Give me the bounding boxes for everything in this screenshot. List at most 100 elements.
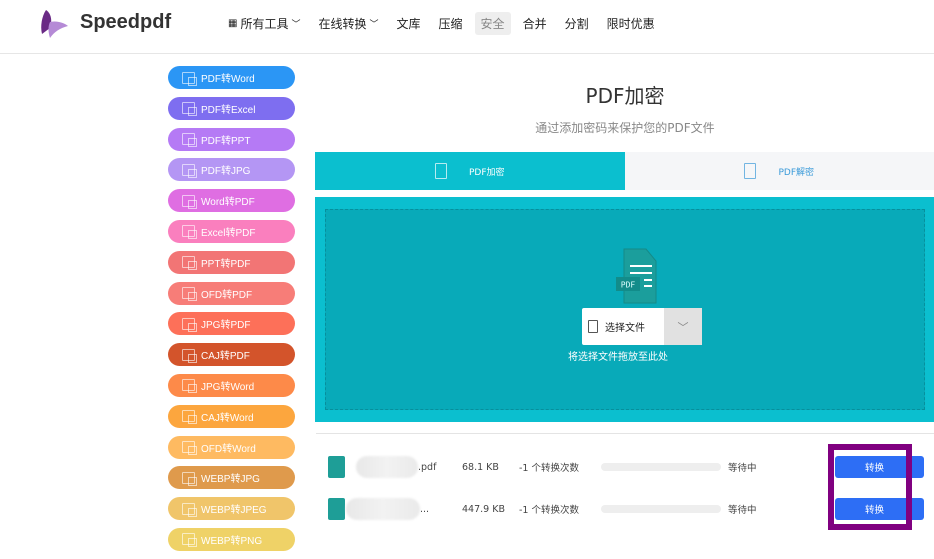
sidebar-tool-label: PPT转PDF — [201, 255, 250, 270]
conversion-icon — [182, 503, 195, 515]
pdf-file-icon: PDF — [612, 247, 662, 305]
conversion-icon — [182, 225, 195, 237]
page-subtitle: 通过添加密码来保护您的PDF文件 — [316, 119, 934, 136]
select-file-control: 选择文件 ﹀ — [582, 308, 702, 345]
sidebar-tool-label: JPG转Word — [201, 378, 254, 393]
document-icon — [588, 320, 598, 333]
lock-icon — [435, 163, 447, 179]
sidebar-tool-button[interactable]: Excel转PDF — [168, 220, 295, 243]
sidebar-tool-label: OFD转Word — [201, 440, 256, 455]
tab-encrypt[interactable]: PDF加密 — [315, 152, 625, 190]
pdf-file-icon — [328, 456, 345, 478]
sidebar-tool-label: WEBP转JPEG — [201, 501, 267, 516]
sidebar-tool-button[interactable]: Word转PDF — [168, 189, 295, 212]
highlight-annotation — [828, 444, 912, 530]
conversion-icon — [182, 349, 195, 361]
conversion-icon — [182, 287, 195, 299]
tab-decrypt[interactable]: PDF解密 — [625, 152, 934, 190]
nav-label: 所有工具 — [240, 15, 288, 32]
conversion-count: -1 个转换次数 — [519, 502, 579, 516]
progress-bar — [601, 463, 721, 471]
sidebar-tool-label: JPG转PDF — [201, 316, 250, 331]
conversion-icon — [182, 102, 195, 114]
chevron-down-icon: ﹀ — [370, 17, 379, 30]
status-text: 等待中 — [728, 460, 757, 474]
conversion-icon — [182, 164, 195, 176]
page-title: PDF加密 — [316, 80, 934, 109]
main-nav: ▦所有工具﹀ 在线转换﹀ 文库 压缩 安全 合并 分割 限时优惠 — [222, 12, 661, 35]
blurred-name — [356, 456, 418, 478]
sidebar-tool-label: OFD转PDF — [201, 286, 252, 301]
nav-label: 在线转换 — [318, 15, 366, 32]
sidebar-tool-button[interactable]: CAJ转Word — [168, 405, 295, 428]
conversion-icon — [182, 472, 195, 484]
nav-online-convert[interactable]: 在线转换 ﹀ — [312, 12, 384, 35]
sidebar-tool-label: PDF转PPT — [201, 132, 250, 147]
conversion-icon — [182, 379, 195, 391]
mode-tabs: PDF加密 PDF解密 — [315, 152, 934, 190]
nav-merge[interactable]: 合并 — [517, 12, 553, 35]
file-name: ... — [356, 498, 429, 520]
brand-name[interactable]: Speedpdf — [80, 11, 171, 34]
select-file-label: 选择文件 — [605, 319, 645, 334]
sidebar-tool-button[interactable]: PDF转Word — [168, 66, 295, 89]
grid-icon: ▦ — [228, 18, 237, 29]
status-text: 等待中 — [728, 502, 757, 516]
sidebar-tool-label: WEBP转JPG — [201, 470, 260, 485]
drop-hint: 将选择文件拖放至此处 — [326, 348, 924, 363]
nav-library[interactable]: 文库 — [391, 12, 427, 35]
pdf-badge-text: PDF — [621, 281, 636, 290]
file-size: 447.9 KB — [462, 504, 505, 515]
sidebar-tool-label: CAJ转PDF — [201, 347, 250, 362]
sidebar-tool-button[interactable]: JPG转PDF — [168, 312, 295, 335]
nav-compress[interactable]: 压缩 — [433, 12, 469, 35]
conversion-icon — [182, 441, 195, 453]
sidebar-tool-button[interactable]: PDF转PPT — [168, 128, 295, 151]
sidebar-tool-label: CAJ转Word — [201, 409, 254, 424]
sidebar-tool-label: PDF转Excel — [201, 101, 255, 116]
sidebar-tool-button[interactable]: WEBP转PNG — [168, 528, 295, 551]
upload-area: PDF 选择文件 ﹀ 将选择文件拖放至此处 — [315, 197, 934, 422]
source-dropdown-button[interactable]: ﹀ — [664, 308, 702, 345]
sidebar-tool-label: Excel转PDF — [201, 224, 255, 239]
header: Speedpdf ▦所有工具﹀ 在线转换﹀ 文库 压缩 安全 合并 分割 限时优… — [0, 0, 934, 54]
speedpdf-logo[interactable] — [38, 8, 70, 40]
sidebar-tool-label: WEBP转PNG — [201, 532, 262, 547]
conversion-count: -1 个转换次数 — [519, 460, 579, 474]
sidebar-tool-button[interactable]: CAJ转PDF — [168, 343, 295, 366]
tool-sidebar: PDF转Word PDF转Excel PDF转PPT PDF转JPG Word转PDF E… — [168, 66, 295, 559]
conversion-icon — [182, 256, 195, 268]
sidebar-tool-label: PDF转JPG — [201, 162, 250, 177]
sidebar-tool-button[interactable]: PPT转PDF — [168, 251, 295, 274]
tab-label: PDF解密 — [778, 165, 814, 178]
file-name-suffix: ... — [420, 504, 429, 515]
chevron-down-icon: ﹀ — [678, 319, 689, 335]
sidebar-tool-button[interactable]: JPG转Word — [168, 374, 295, 397]
conversion-icon — [182, 72, 195, 84]
file-name: .pdf — [356, 456, 436, 478]
sidebar-tool-button[interactable]: OFD转Word — [168, 436, 295, 459]
conversion-icon — [182, 195, 195, 207]
tab-label: PDF加密 — [469, 165, 505, 178]
nav-all-tools[interactable]: ▦所有工具﹀ — [222, 12, 306, 35]
chevron-down-icon: ﹀ — [291, 17, 300, 30]
sidebar-tool-button[interactable]: WEBP转JPG — [168, 466, 295, 489]
nav-split[interactable]: 分割 — [559, 12, 595, 35]
sidebar-tool-button[interactable]: WEBP转JPEG — [168, 497, 295, 520]
nav-security[interactable]: 安全 — [475, 12, 511, 35]
sidebar-tool-label: Word转PDF — [201, 193, 255, 208]
unlock-icon — [744, 163, 756, 179]
blurred-name — [346, 498, 420, 520]
conversion-icon — [182, 410, 195, 422]
file-size: 68.1 KB — [462, 462, 499, 473]
file-name-suffix: .pdf — [418, 462, 436, 473]
nav-promo[interactable]: 限时优惠 — [601, 12, 661, 35]
sidebar-tool-button[interactable]: PDF转JPG — [168, 158, 295, 181]
conversion-icon — [182, 133, 195, 145]
select-file-button[interactable]: 选择文件 — [582, 308, 664, 345]
conversion-icon — [182, 318, 195, 330]
dropzone[interactable]: PDF 选择文件 ﹀ 将选择文件拖放至此处 — [325, 209, 925, 410]
sidebar-tool-button[interactable]: PDF转Excel — [168, 97, 295, 120]
progress-bar — [601, 505, 721, 513]
sidebar-tool-button[interactable]: OFD转PDF — [168, 282, 295, 305]
